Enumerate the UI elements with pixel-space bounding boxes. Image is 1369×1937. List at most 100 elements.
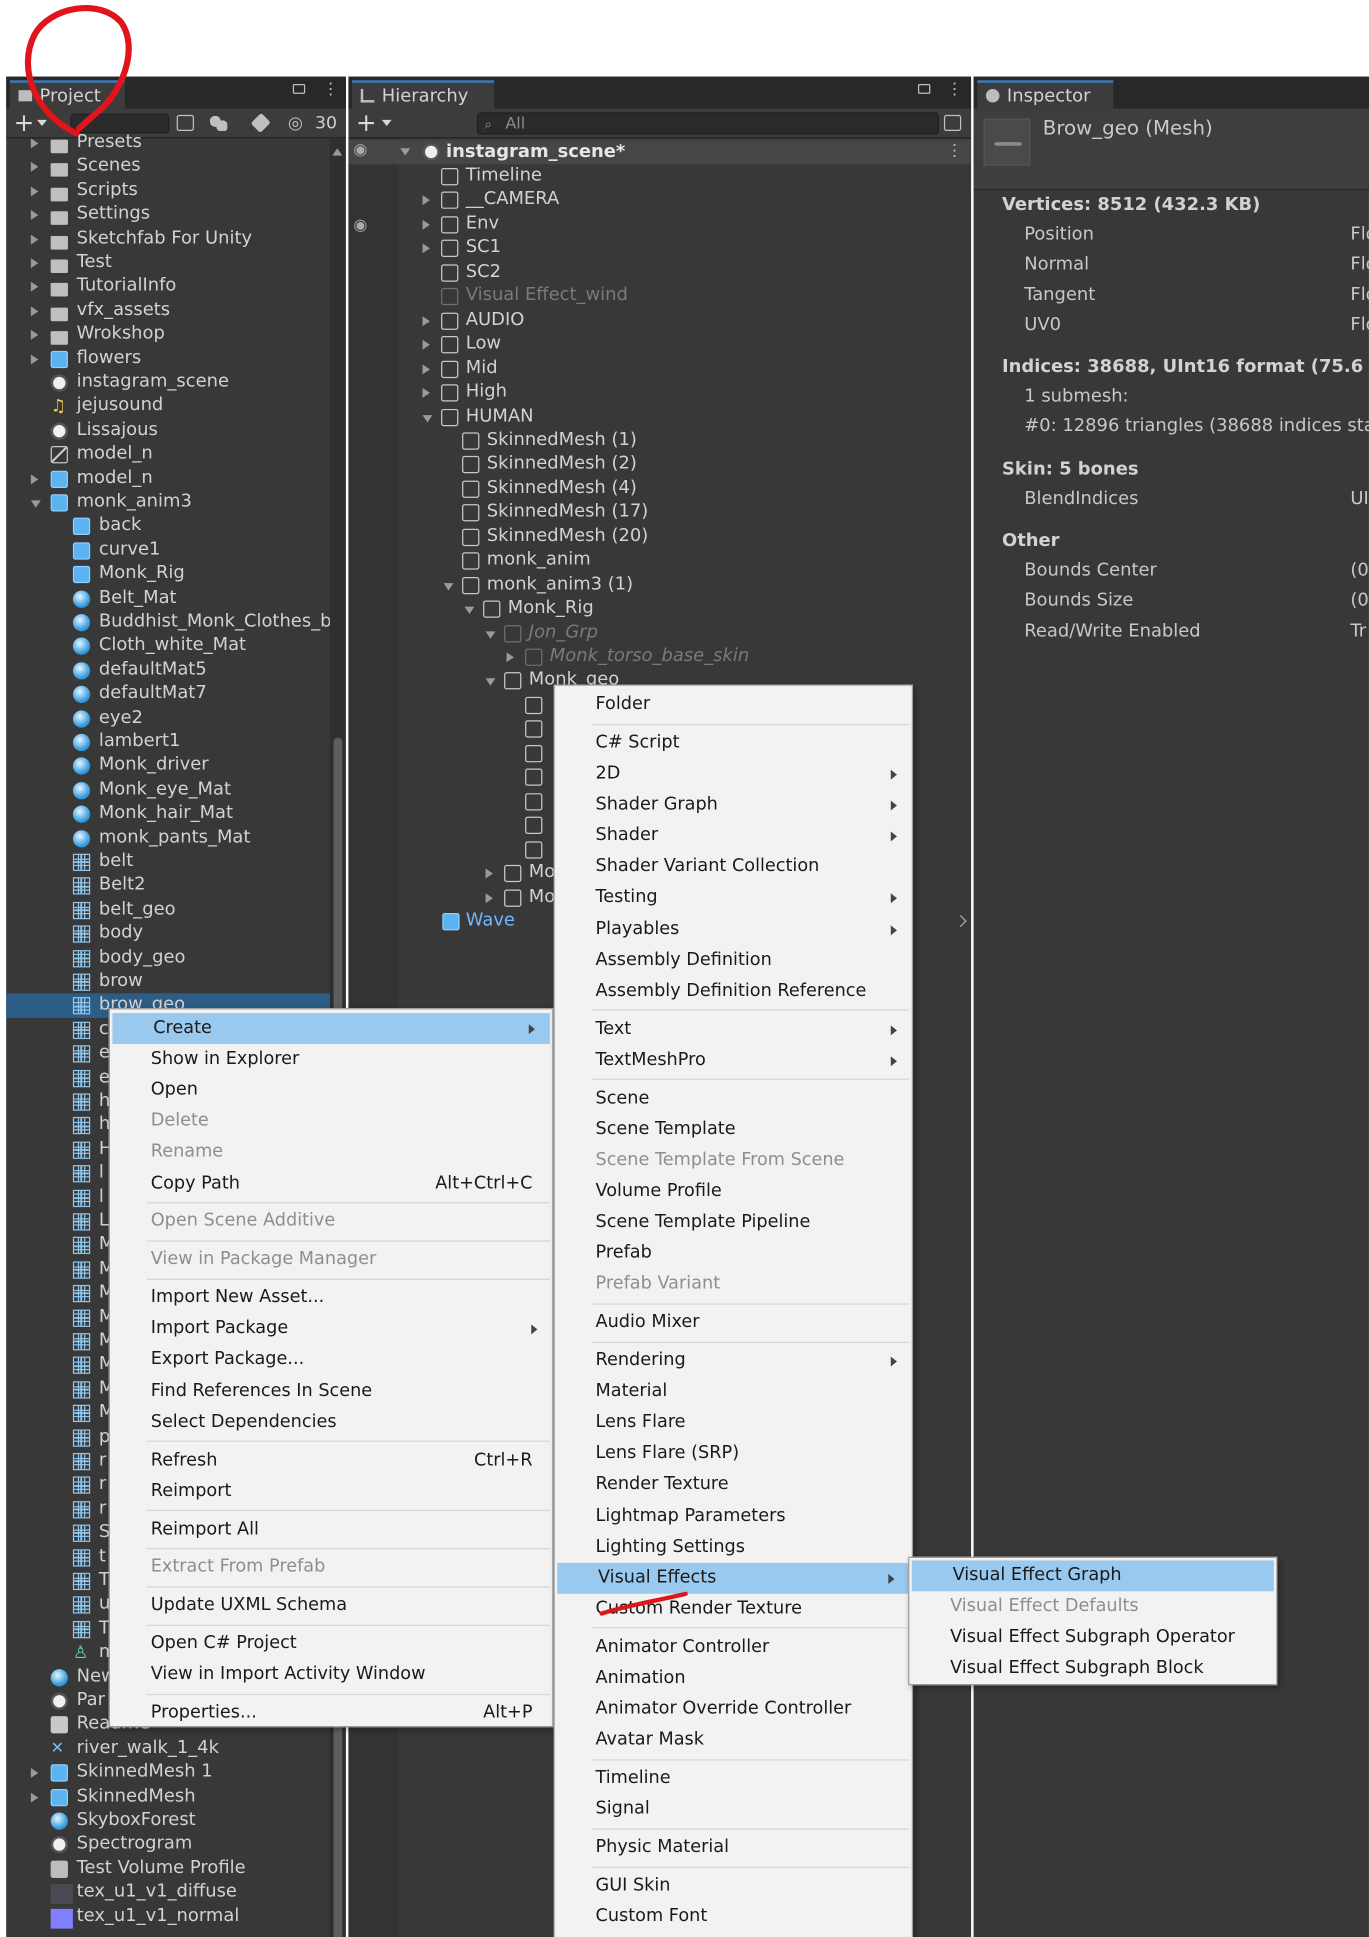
context-menu-item[interactable]: Refresh Ctrl+R (110, 1445, 552, 1476)
hierarchy-item[interactable]: HUMAN (398, 405, 971, 429)
expand-arrow-icon[interactable] (422, 339, 430, 350)
create-menu-item[interactable]: Text (555, 1014, 912, 1045)
expand-arrow-icon[interactable] (485, 868, 493, 879)
project-item[interactable]: model_n (6, 467, 331, 491)
hierarchy-item[interactable]: SkinnedMesh (20) (398, 525, 971, 549)
expand-arrow-icon[interactable] (30, 1768, 39, 1779)
hierarchy-item[interactable]: SC2 (398, 260, 971, 284)
project-item[interactable]: flowers (6, 347, 331, 371)
project-item[interactable]: ✕ river_walk_1_4k (6, 1737, 331, 1761)
project-item[interactable]: Wrokshop (6, 323, 331, 347)
chevron-down-icon[interactable] (381, 119, 392, 127)
create-menu-item[interactable]: Scene Template (555, 1114, 912, 1145)
create-menu-item[interactable]: Physic Material (555, 1832, 912, 1863)
hierarchy-item[interactable]: Mid (398, 357, 971, 381)
context-menu-item[interactable]: Copy Path Alt+Ctrl+C (110, 1168, 552, 1199)
hierarchy-item[interactable]: Jon_Grp (398, 621, 971, 645)
create-menu-item[interactable]: Custom Font (555, 1901, 912, 1932)
create-menu-item[interactable]: GUI Skin (555, 1870, 912, 1901)
context-menu-item[interactable]: Import Package (110, 1314, 552, 1345)
expand-arrow-icon[interactable] (30, 473, 39, 484)
project-item[interactable]: SkyboxForest (6, 1809, 331, 1833)
expand-arrow-icon[interactable] (485, 892, 493, 903)
scene-menu-icon[interactable]: ⋮ (946, 142, 962, 161)
create-menu-item[interactable]: Rendering (555, 1345, 912, 1376)
expand-arrow-icon[interactable] (30, 306, 39, 317)
expand-arrow-icon[interactable] (30, 210, 39, 221)
create-menu-item[interactable]: Shader (555, 821, 912, 852)
hierarchy-item[interactable]: High (398, 381, 971, 405)
expand-arrow-icon[interactable] (30, 354, 39, 364)
hierarchy-item[interactable]: Visual Effect_wind (398, 284, 971, 308)
hierarchy-item[interactable]: Monk_Rig (398, 597, 971, 621)
context-menu-item[interactable]: View in Import Activity Window (110, 1660, 552, 1691)
create-menu-item[interactable]: TextMeshPro (555, 1045, 912, 1076)
create-menu-item[interactable]: Playables (555, 914, 912, 945)
hierarchy-item[interactable]: __CAMERA (398, 188, 971, 212)
create-menu-item[interactable]: Timeline (555, 1763, 912, 1794)
context-menu-item[interactable]: Properties... Alt+P (110, 1698, 552, 1729)
expand-arrow-icon[interactable] (506, 652, 514, 663)
create-menu-item[interactable]: Folder (555, 689, 912, 720)
project-item[interactable]: SkinnedMesh (6, 1785, 331, 1809)
project-item[interactable]: Belt_Mat (6, 586, 331, 610)
context-menu-item[interactable]: Create (112, 1013, 550, 1044)
hierarchy-item[interactable]: Low (398, 333, 971, 357)
create-menu-item[interactable]: Animation (555, 1663, 912, 1694)
hierarchy-item[interactable]: SkinnedMesh (17) (398, 501, 971, 525)
project-item[interactable]: model_n (6, 443, 331, 467)
expand-arrow-icon[interactable] (30, 234, 39, 245)
expand-arrow-icon[interactable] (30, 258, 39, 269)
expand-arrow-icon[interactable] (400, 148, 411, 156)
create-menu-item[interactable]: C# Script (555, 728, 912, 759)
expand-arrow-icon[interactable] (422, 219, 430, 230)
create-menu-item[interactable]: Lightmap Parameters (555, 1501, 912, 1532)
scroll-up-arrow-icon[interactable] (332, 148, 343, 156)
context-menu-item[interactable]: Open C# Project (110, 1629, 552, 1660)
context-menu-item[interactable]: Open (110, 1075, 552, 1106)
kebab-menu-icon[interactable]: ⋮ (946, 82, 962, 98)
project-item[interactable]: belt (6, 850, 331, 874)
chevron-down-icon[interactable] (37, 119, 47, 127)
expand-arrow-icon[interactable] (30, 282, 39, 293)
context-menu-item[interactable]: Export Package... (110, 1345, 552, 1376)
context-menu-item[interactable]: Find References In Scene (110, 1376, 552, 1407)
expand-arrow-icon[interactable] (422, 414, 433, 422)
expand-arrow-icon[interactable] (30, 162, 39, 173)
create-menu-item[interactable]: Material (555, 1376, 912, 1407)
create-menu-item[interactable]: Volume Profile (555, 1176, 912, 1207)
hierarchy-tab[interactable]: Hierarchy (352, 80, 495, 109)
filter-icon[interactable] (210, 114, 228, 131)
expand-arrow-icon[interactable] (30, 500, 41, 508)
create-menu-item[interactable]: Scene Template Pipeline (555, 1207, 912, 1238)
project-item[interactable]: tex_u1_v1_normal (6, 1905, 331, 1929)
create-menu-item[interactable]: Shader Graph (555, 790, 912, 821)
project-item[interactable]: ♫ jejusound (6, 395, 331, 419)
hierarchy-item[interactable]: SkinnedMesh (2) (398, 453, 971, 477)
project-tab[interactable]: Project (9, 80, 125, 109)
create-menu-item[interactable]: Assembly Definition (555, 945, 912, 976)
project-item[interactable]: Monk_eye_Mat (6, 778, 331, 802)
project-item[interactable]: Spectrogram (6, 1833, 331, 1857)
context-menu-item[interactable]: Select Dependencies (110, 1407, 552, 1438)
create-menu-item[interactable]: Scene (555, 1083, 912, 1114)
create-menu-item[interactable]: 2D (555, 759, 912, 790)
project-item[interactable]: Test (6, 251, 331, 275)
hierarchy-item[interactable]: monk_anim3 (1) (398, 573, 971, 597)
create-menu-item[interactable]: Testing (555, 883, 912, 914)
project-item[interactable]: Scripts (6, 179, 331, 203)
hierarchy-item[interactable]: Monk_torso_base_skin (398, 645, 971, 669)
create-menu-item[interactable]: Render Texture (555, 1469, 912, 1500)
expand-arrow-icon[interactable] (443, 582, 454, 591)
project-item[interactable]: Sketchfab For Unity (6, 227, 331, 251)
expand-arrow-icon[interactable] (485, 630, 496, 639)
hierarchy-item[interactable]: SkinnedMesh (1) (398, 429, 971, 453)
create-menu-item[interactable]: Prefab (555, 1238, 912, 1269)
create-menu-item[interactable]: Shader Variant Collection (555, 852, 912, 883)
hierarchy-item[interactable]: monk_anim (398, 549, 971, 573)
project-item[interactable]: SkinnedMesh 1 (6, 1761, 331, 1785)
create-menu-item[interactable]: Signal (555, 1794, 912, 1825)
create-menu-item[interactable]: Assembly Definition Reference (555, 976, 912, 1007)
project-item[interactable]: instagram_scene (6, 371, 331, 395)
scene-header[interactable]: ◉ instagram_scene* ⋮ (348, 139, 972, 165)
